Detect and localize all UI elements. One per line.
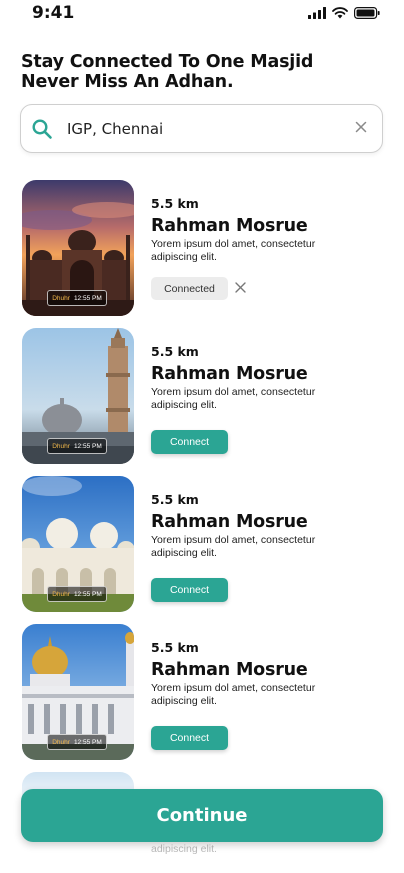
distance-label: 5.5 km xyxy=(151,196,199,211)
connected-button[interactable]: Connected xyxy=(151,277,228,300)
connect-button[interactable]: Connect xyxy=(151,430,228,454)
status-time: 9:41 xyxy=(32,3,75,23)
mosque-card[interactable]: Dhuhr 12:55 PM 5.5 km Rahman Mosrue Yore… xyxy=(0,476,404,612)
search-input[interactable]: IGP, Chennai xyxy=(20,104,383,153)
wifi-icon xyxy=(332,7,348,19)
prayer-name: Dhuhr xyxy=(52,738,70,746)
prayer-time: 12:55 PM xyxy=(73,442,102,450)
close-icon[interactable] xyxy=(235,282,246,293)
search-value: IGP, Chennai xyxy=(67,120,164,138)
mosque-image: Dhuhr 12:55 PM xyxy=(22,180,134,316)
prayer-time-chip: Dhuhr 12:55 PM xyxy=(47,438,107,454)
mosque-description: Yorem ipsum dol amet, consectetur adipis… xyxy=(151,534,316,559)
page-title: Stay Connected To One Masjid Never Miss … xyxy=(21,52,314,92)
prayer-time: 12:55 PM xyxy=(73,738,102,746)
distance-label: 5.5 km xyxy=(151,640,199,655)
mosque-card[interactable]: Dhuhr 12:55 PM 5.5 km Rahman Mosrue Yore… xyxy=(0,328,404,464)
mosque-card[interactable]: Dhuhr 12:55 PM 5.5 km Rahman Mosrue Yore… xyxy=(0,180,404,316)
prayer-name: Dhuhr xyxy=(52,294,70,302)
connect-button[interactable]: Connect xyxy=(151,578,228,602)
mosque-description: Yorem ipsum dol amet, consectetur adipis… xyxy=(151,238,316,263)
search-icon xyxy=(32,119,52,139)
mosque-name: Rahman Mosrue xyxy=(151,660,308,680)
status-bar: 9:41 xyxy=(0,0,404,28)
prayer-time: 12:55 PM xyxy=(73,294,102,302)
mosque-image: Dhuhr 12:55 PM xyxy=(22,624,134,760)
mosque-card[interactable]: Dhuhr 12:55 PM 5.5 km Rahman Mosrue Yore… xyxy=(0,624,404,760)
mosque-image: Dhuhr 12:55 PM xyxy=(22,476,134,612)
connect-button[interactable]: Connect xyxy=(151,726,228,750)
mosque-description: Yorem ipsum dol amet, consectetur adipis… xyxy=(151,386,316,411)
prayer-time-chip: Dhuhr 12:55 PM xyxy=(47,734,107,750)
prayer-time-chip: Dhuhr 12:55 PM xyxy=(47,586,107,602)
mosque-name: Rahman Mosrue xyxy=(151,512,308,532)
battery-icon xyxy=(354,7,380,19)
distance-label: 5.5 km xyxy=(151,344,199,359)
distance-label: 5.5 km xyxy=(151,492,199,507)
status-icons xyxy=(308,7,380,19)
prayer-time: 12:55 PM xyxy=(73,590,102,598)
signal-icon xyxy=(308,7,326,19)
prayer-time-chip: Dhuhr 12:55 PM xyxy=(47,290,107,306)
mosque-name: Rahman Mosrue xyxy=(151,216,308,236)
continue-button[interactable]: Continue xyxy=(21,789,383,842)
prayer-name: Dhuhr xyxy=(52,442,70,450)
mosque-image: Dhuhr 12:55 PM xyxy=(22,328,134,464)
prayer-name: Dhuhr xyxy=(52,590,70,598)
close-icon[interactable] xyxy=(355,121,367,133)
mosque-description: adipiscing elit. xyxy=(151,843,217,855)
mosque-description: Yorem ipsum dol amet, consectetur adipis… xyxy=(151,682,316,707)
mosque-name: Rahman Mosrue xyxy=(151,364,308,384)
